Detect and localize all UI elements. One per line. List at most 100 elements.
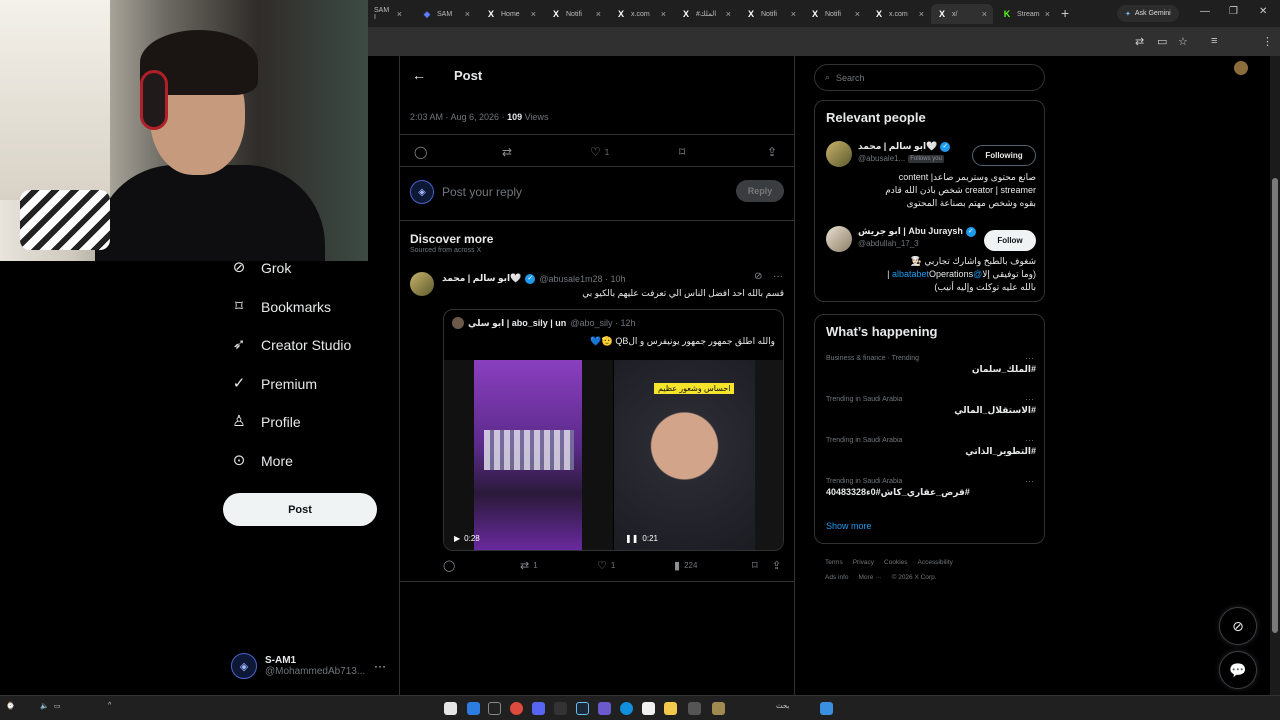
taskbar-search[interactable]: بحث <box>776 702 789 710</box>
video-thumbnail[interactable]: احساس وشعور عظيم ❚❚ 0:21 <box>614 360 783 550</box>
footer-link[interactable]: Ads info <box>825 574 849 581</box>
folder-icon[interactable] <box>664 702 677 715</box>
network-icon[interactable]: ▭ <box>54 702 61 710</box>
post-button[interactable]: Post <box>223 493 377 526</box>
messages-floating-button[interactable]: 💬 <box>1219 651 1257 689</box>
close-window-icon[interactable]: ✕ <box>1259 6 1267 17</box>
more-dots-icon[interactable]: ··· <box>1025 435 1034 445</box>
new-tab-icon[interactable]: + <box>1061 5 1069 21</box>
views-button[interactable]: ▮ 224 <box>674 559 697 572</box>
volume-icon[interactable]: 🔈 <box>40 702 49 710</box>
browser-tab[interactable]: K Stream × <box>996 4 1056 24</box>
grok-icon[interactable]: ⊘ <box>754 271 762 282</box>
like-button[interactable]: ♡ 1 <box>590 145 609 159</box>
close-icon[interactable]: × <box>791 9 796 19</box>
nav-item-premium[interactable]: ✓ Premium <box>231 376 317 393</box>
browser-tab[interactable]: X #الملك × <box>675 4 737 24</box>
app-icon[interactable] <box>712 702 725 715</box>
nav-item-more[interactable]: ⊙ More <box>231 453 293 470</box>
more-dots-icon[interactable]: ··· <box>1025 353 1034 363</box>
nav-item-profile[interactable]: ♙ Profile <box>231 414 300 431</box>
avatar[interactable] <box>826 226 852 252</box>
back-arrow-icon[interactable]: ← <box>412 67 426 83</box>
chrome-icon[interactable] <box>510 702 523 715</box>
discord-icon[interactable] <box>532 702 545 715</box>
bookmark-button[interactable]: ⌑ <box>679 145 685 159</box>
repost-button[interactable]: ⇄ <box>502 145 512 159</box>
edge-icon[interactable] <box>620 702 633 715</box>
browser-tab[interactable]: Xx.com × <box>868 4 930 24</box>
minimize-icon[interactable]: — <box>1200 6 1210 17</box>
browser-menu-icon[interactable]: ⋮ <box>1262 35 1273 48</box>
browser-tab[interactable]: X Home × <box>480 4 542 24</box>
browser-tab[interactable]: SAM I × <box>368 4 408 24</box>
share-button[interactable]: ⇪ <box>767 145 777 159</box>
trend-item[interactable]: Business & finance · Trending #الملك_سلم… <box>826 353 1036 381</box>
nav-item-creator-studio[interactable]: ➶ Creator Studio <box>231 337 352 354</box>
app-icon[interactable] <box>554 702 567 715</box>
footer-link[interactable]: Cookies <box>884 559 907 566</box>
grok-floating-button[interactable]: ⊘ <box>1219 607 1257 645</box>
more-dots-icon[interactable]: ··· <box>374 659 386 673</box>
media-controls-icon[interactable]: ≡ <box>1211 35 1217 47</box>
tweet-author-name[interactable]: ابو سالم | محمد🤍 <box>442 273 521 284</box>
app-icon[interactable] <box>467 702 480 715</box>
maximize-icon[interactable]: ❐ <box>1229 6 1238 17</box>
reply-input[interactable]: Post your reply <box>442 185 522 199</box>
following-button[interactable]: Following <box>972 145 1036 166</box>
browser-tab[interactable]: X Notifi × <box>545 4 607 24</box>
app-icon[interactable] <box>642 702 655 715</box>
trend-item[interactable]: Trending in Saudi Arabia #قرض_عقاري_كاش#… <box>826 476 1036 504</box>
search-input[interactable]: ⌕ Search <box>814 64 1045 91</box>
reply-button[interactable]: ◯ <box>414 145 427 159</box>
scrollbar-thumb[interactable] <box>1272 178 1278 633</box>
close-icon[interactable]: × <box>397 9 402 19</box>
browser-tab-active[interactable]: Xx/ × <box>931 4 993 24</box>
footer-link[interactable]: Accessibility <box>918 559 953 566</box>
share-button[interactable]: ⇪ <box>772 559 781 572</box>
close-icon[interactable]: × <box>1045 9 1050 19</box>
avatar[interactable] <box>826 141 852 167</box>
close-icon[interactable]: × <box>982 9 987 19</box>
bookmark-star-icon[interactable]: ☆ <box>1178 35 1188 48</box>
tray-clock-icon[interactable]: ⌚ <box>6 702 15 710</box>
close-icon[interactable]: × <box>726 9 731 19</box>
cast-icon[interactable]: ▭ <box>1157 35 1167 48</box>
video-thumbnail[interactable]: ▶ 0:28 <box>444 360 613 550</box>
footer-link[interactable]: Privacy <box>853 559 874 566</box>
bookmark-button[interactable]: ⌑ <box>752 559 758 572</box>
close-icon[interactable]: × <box>531 9 536 19</box>
close-icon[interactable]: × <box>661 9 666 19</box>
repost-button[interactable]: ⇄ 1 <box>520 559 538 572</box>
app-icon[interactable] <box>598 702 611 715</box>
show-more-link[interactable]: Show more <box>826 521 872 531</box>
app-icon[interactable] <box>444 702 457 715</box>
browser-tab[interactable]: ◆ SAM × <box>416 4 476 24</box>
follow-button[interactable]: Follow <box>984 230 1036 251</box>
close-icon[interactable]: × <box>596 9 601 19</box>
translate-icon[interactable]: ⇄ <box>1135 35 1144 48</box>
browser-tab[interactable]: X Notifi × <box>740 4 802 24</box>
footer-link[interactable]: More ··· <box>859 574 882 581</box>
reply-button[interactable]: ◯ <box>443 559 455 572</box>
more-dots-icon[interactable]: ··· <box>773 271 783 282</box>
more-dots-icon[interactable]: ··· <box>1025 394 1034 404</box>
reply-submit-button[interactable]: Reply <box>736 180 784 202</box>
nav-item-bookmarks[interactable]: ⌑ Bookmarks <box>231 299 331 316</box>
person-item[interactable]: ابو جريش | Abu Juraysh ✓ @abdullah_17_3 F… <box>826 226 1036 298</box>
trend-item[interactable]: Trending in Saudi Arabia #التطوير_الذاتي… <box>826 435 1036 463</box>
avatar[interactable] <box>410 272 434 296</box>
profile-avatar[interactable] <box>1234 61 1248 75</box>
close-icon[interactable]: × <box>465 9 470 19</box>
github-icon[interactable] <box>488 702 501 715</box>
account-switcher[interactable]: ◈ S-AM1 @MohammedAb713... <box>231 653 365 679</box>
chevron-up-icon[interactable]: ^ <box>108 702 111 709</box>
nav-item-grok[interactable]: ⊘ Grok <box>231 260 292 277</box>
browser-tab[interactable]: Xx.com × <box>610 4 672 24</box>
steam-icon[interactable] <box>576 702 589 715</box>
person-item[interactable]: ابو سالم | محمد🤍 ✓ @abusale1... Follows yo… <box>826 141 1036 213</box>
tweet-author-handle[interactable]: @abusale1m28 · 10h <box>539 274 625 284</box>
scrollbar[interactable] <box>1270 56 1280 695</box>
windows-start-icon[interactable] <box>820 702 833 715</box>
close-icon[interactable]: × <box>855 9 860 19</box>
